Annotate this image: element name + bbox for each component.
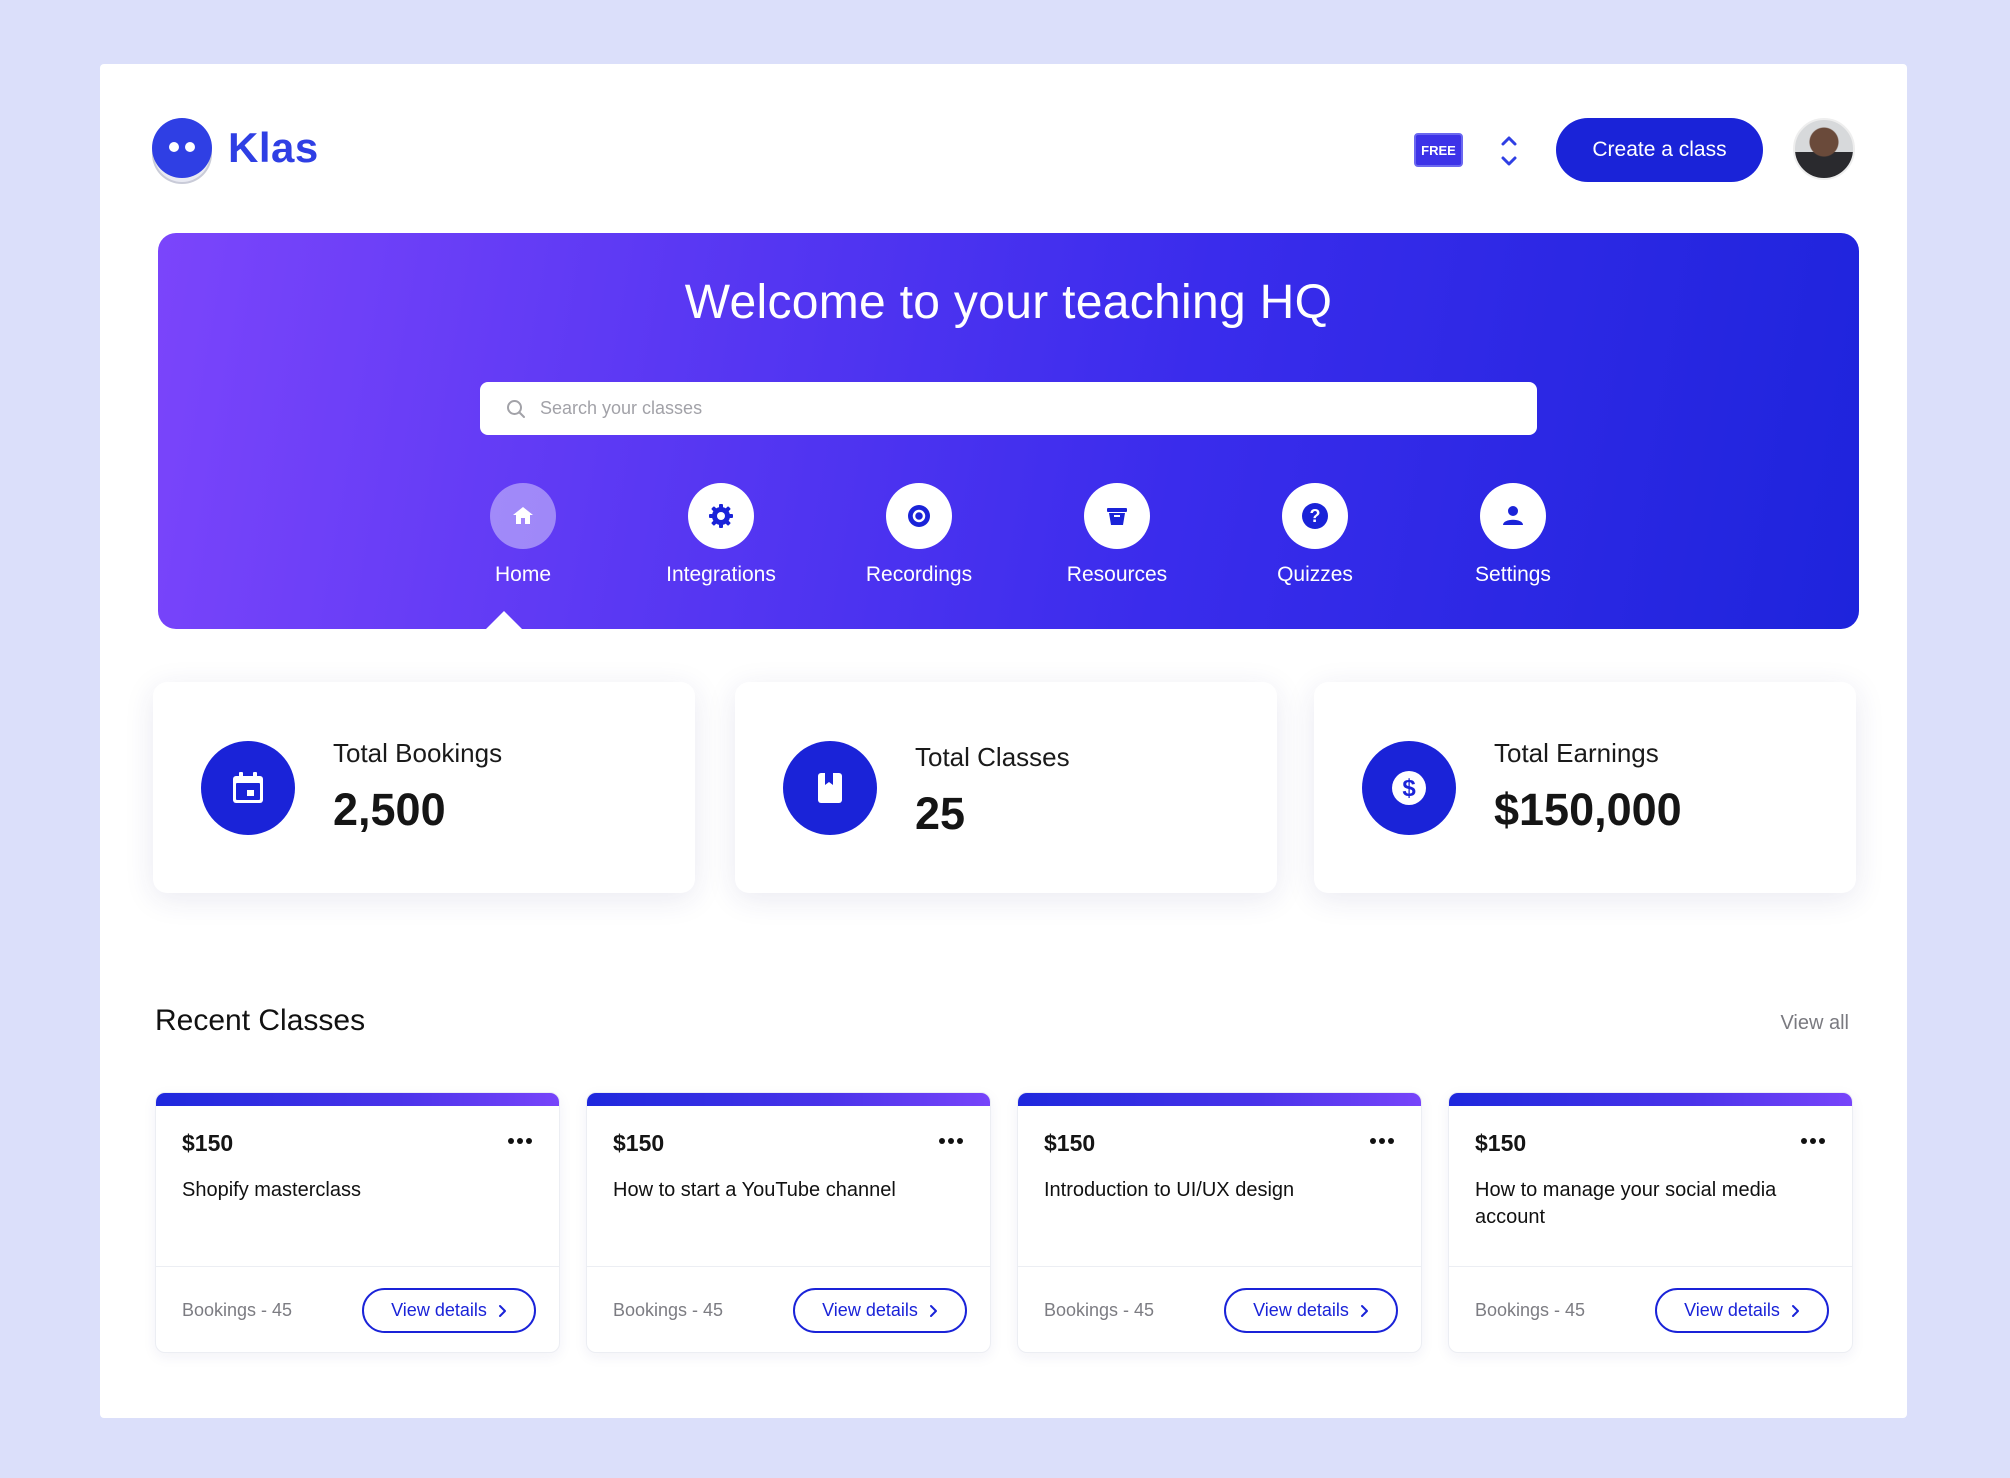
stat-value: 2,500: [333, 784, 446, 835]
basket-icon: [1084, 483, 1150, 549]
class-title: Shopify masterclass: [182, 1179, 361, 1201]
view-details-button[interactable]: View details: [362, 1288, 536, 1333]
card-accent-bar: [587, 1093, 990, 1106]
search-bar[interactable]: [480, 382, 1537, 435]
view-details-label: View details: [391, 1300, 487, 1320]
class-price: $150: [1044, 1130, 1096, 1156]
hero-banner: Welcome to your teaching HQ Home: [158, 233, 1859, 630]
card-accent-bar: [1449, 1093, 1852, 1106]
user-icon: [1480, 483, 1546, 549]
class-bookings: Bookings - 45: [613, 1300, 724, 1320]
stat-value: 25: [915, 788, 966, 839]
more-options-icon[interactable]: [938, 1137, 964, 1145]
plan-badge: FREE: [1414, 133, 1463, 167]
view-details-button[interactable]: View details: [1655, 1288, 1829, 1333]
gear-icon: [688, 483, 754, 549]
class-price: $150: [1475, 1130, 1527, 1156]
home-icon: [490, 483, 556, 549]
nav-label-home: Home: [494, 563, 552, 586]
hero-title: Welcome to your teaching HQ: [684, 276, 1333, 329]
stat-card-earnings: $ Total Earnings $150,000: [1314, 682, 1856, 893]
view-all-link[interactable]: View all: [1780, 1012, 1849, 1035]
class-price: $150: [182, 1130, 234, 1156]
stat-label: Total Classes: [915, 742, 1070, 772]
nav-label-quizzes: Quizzes: [1277, 563, 1353, 586]
book-icon: [783, 741, 877, 835]
svg-text:?: ?: [1310, 506, 1321, 526]
section-title: Recent Classes: [155, 1004, 366, 1037]
chevron-right-icon: [498, 1304, 506, 1317]
app-name: Klas: [228, 124, 319, 171]
nav-label-resources: Resources: [1066, 563, 1168, 586]
class-bookings: Bookings - 45: [1475, 1300, 1586, 1320]
class-card: $150 How to start a YouTube channel Book…: [586, 1092, 991, 1353]
svg-text:$: $: [1402, 775, 1416, 802]
chevron-up-down-icon[interactable]: [1496, 132, 1522, 170]
stat-value: $150,000: [1494, 784, 1682, 835]
question-icon: ?: [1282, 483, 1348, 549]
stat-label: Total Earnings: [1494, 738, 1659, 768]
chevron-right-icon: [1791, 1304, 1799, 1317]
more-options-icon[interactable]: [1800, 1137, 1826, 1145]
chevron-right-icon: [1360, 1304, 1368, 1317]
more-options-icon[interactable]: [1369, 1137, 1395, 1145]
view-details-label: View details: [822, 1300, 918, 1320]
stat-card-classes: Total Classes 25: [735, 682, 1277, 893]
nav-resources[interactable]: Resources: [1037, 483, 1197, 587]
class-bookings: Bookings - 45: [182, 1300, 293, 1320]
nav-settings[interactable]: Settings: [1433, 483, 1593, 587]
nav-home[interactable]: Home: [443, 483, 603, 587]
class-card: $150 Introduction to UI/UX design Bookin…: [1017, 1092, 1422, 1353]
class-card: $150 How to manage your social media acc…: [1448, 1092, 1853, 1353]
card-accent-bar: [156, 1093, 559, 1106]
nav-label-recordings: Recordings: [865, 563, 973, 586]
class-title: How to start a YouTube channel: [613, 1179, 896, 1201]
klas-logo-icon: [152, 118, 212, 178]
class-card-footer: Bookings - 45 View details: [1018, 1266, 1421, 1352]
logo[interactable]: Klas: [152, 118, 319, 178]
stat-card-bookings: Total Bookings 2,500: [153, 682, 695, 893]
more-options-icon[interactable]: [507, 1137, 533, 1145]
app-frame: Klas FREE Create a class Welcome to your…: [100, 64, 1907, 1418]
class-card-footer: Bookings - 45 View details: [587, 1266, 990, 1352]
nav-quizzes[interactable]: ? Quizzes: [1235, 483, 1395, 587]
class-bookings: Bookings - 45: [1044, 1300, 1155, 1320]
class-title: How to manage your social media account: [1475, 1179, 1777, 1228]
class-price: $150: [613, 1130, 665, 1156]
user-avatar[interactable]: [1793, 118, 1855, 180]
class-card: $150 Shopify masterclass Bookings - 45 V…: [155, 1092, 560, 1353]
view-details-button[interactable]: View details: [793, 1288, 967, 1333]
view-details-button[interactable]: View details: [1224, 1288, 1398, 1333]
chevron-right-icon: [929, 1304, 937, 1317]
create-class-button[interactable]: Create a class: [1556, 118, 1763, 182]
calendar-icon: [201, 741, 295, 835]
class-title: Introduction to UI/UX design: [1044, 1179, 1295, 1201]
card-accent-bar: [1018, 1093, 1421, 1106]
class-card-footer: Bookings - 45 View details: [156, 1266, 559, 1352]
view-details-label: View details: [1253, 1300, 1349, 1320]
record-icon: [886, 483, 952, 549]
nav-label-integrations: Integrations: [666, 563, 776, 586]
search-input[interactable]: [540, 398, 1490, 419]
nav-label-settings: Settings: [1475, 563, 1551, 586]
nav-integrations[interactable]: Integrations: [641, 483, 801, 587]
search-icon: [507, 399, 525, 418]
dollar-icon: $: [1362, 741, 1456, 835]
class-card-footer: Bookings - 45 View details: [1449, 1266, 1852, 1352]
view-details-label: View details: [1684, 1300, 1780, 1320]
stat-label: Total Bookings: [333, 738, 503, 768]
active-nav-indicator: [485, 611, 523, 630]
nav-recordings[interactable]: Recordings: [839, 483, 999, 587]
